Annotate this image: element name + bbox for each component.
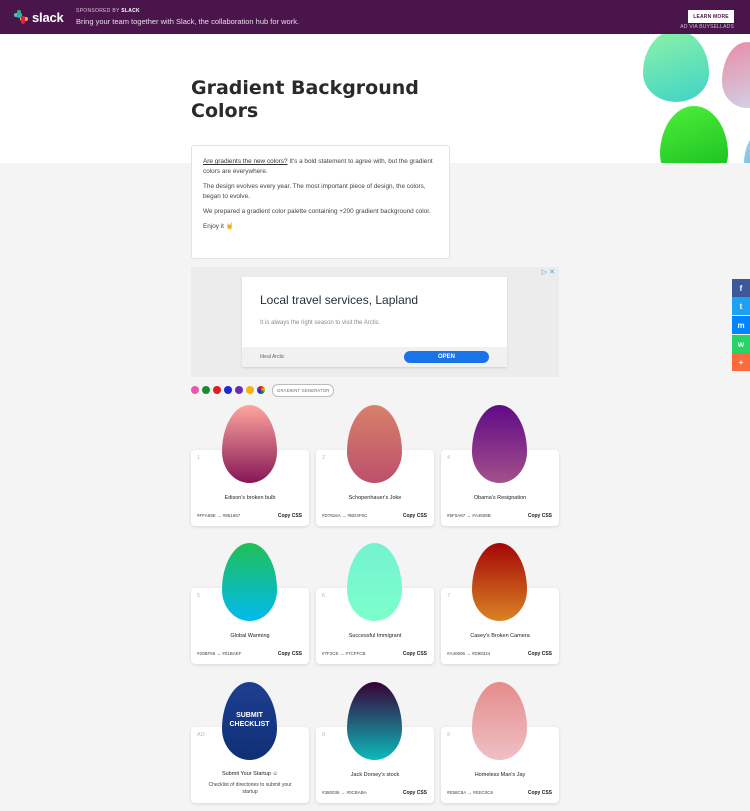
gradient-hex-codes: #E58C8A → #EEC0C6 — [447, 790, 494, 795]
hero: Gradient Background Colors — [0, 34, 750, 163]
copy-css-button[interactable]: Copy CSS — [403, 790, 427, 796]
slack-mark-icon — [14, 10, 28, 24]
page-title: Gradient Background Colors — [191, 77, 419, 122]
intro-paragraph-4: Enjoy it 🤘 — [203, 223, 234, 230]
card-number: 5 — [197, 593, 201, 599]
filter-purple[interactable] — [235, 386, 243, 394]
gradient-egg-preview[interactable] — [222, 543, 277, 621]
facebook-icon[interactable]: f — [732, 279, 750, 297]
copy-css-button[interactable]: Copy CSS — [278, 513, 302, 519]
gradient-egg-preview[interactable] — [347, 405, 402, 483]
color-filter-row: GRADIENT GENERATOR — [191, 383, 335, 397]
gradient-hex-codes: #FFA69E → #861657 — [197, 513, 241, 518]
gradient-name: Schopenhauer's Joke — [348, 495, 402, 501]
messenger-icon[interactable]: m — [732, 316, 750, 334]
copy-css-button[interactable]: Copy CSS — [403, 513, 427, 519]
inline-ad[interactable]: ▷ ✕ Local travel services, Lapland It is… — [191, 267, 559, 377]
decorative-egg — [722, 42, 750, 108]
gradient-hex-codes: #5F0A87 → #A4508B — [447, 513, 491, 518]
gradient-egg-preview[interactable] — [222, 405, 277, 483]
copy-css-button[interactable]: Copy CSS — [528, 790, 552, 796]
ad-via-label[interactable]: AD VIA BUYSELLADS — [680, 24, 734, 30]
copy-css-button[interactable]: Copy CSS — [528, 513, 552, 519]
ad-choices-icon[interactable]: ▷ ✕ — [542, 268, 555, 276]
ad-footer: Ideal Arctic OPEN — [242, 347, 507, 367]
filter-blue[interactable] — [224, 386, 232, 394]
card-number: 7 — [447, 593, 451, 599]
card-number: 4 — [447, 455, 451, 461]
card-number: 6 — [322, 593, 326, 599]
gradient-egg-preview[interactable] — [347, 543, 402, 621]
decorative-egg — [660, 106, 728, 163]
gradient-hex-codes: #7F2CE → #7CFFCB — [322, 651, 366, 656]
card-number: 2 — [322, 455, 326, 461]
slack-wordmark: slack — [32, 9, 64, 25]
gradient-generator-button[interactable]: GRADIENT GENERATOR — [272, 383, 335, 397]
gradient-name: Edison's broken bulb — [224, 495, 276, 501]
slack-logo[interactable]: slack — [14, 8, 66, 26]
gradient-name: Homeless Man's Jay — [474, 772, 526, 778]
gradient-name: Global Warming — [230, 633, 270, 639]
filter-red[interactable] — [213, 386, 221, 394]
card-subtitle: Checklist of directories to submit your … — [208, 782, 292, 795]
ad-card[interactable]: Local travel services, Lapland It is alw… — [242, 277, 507, 367]
card-number: 8 — [322, 732, 326, 738]
filter-green[interactable] — [202, 386, 210, 394]
more-icon[interactable]: + — [732, 353, 750, 371]
gradient-egg-preview[interactable] — [472, 682, 527, 760]
learn-more-button[interactable]: LEARN MORE — [688, 10, 734, 23]
filter-multicolor[interactable] — [257, 386, 265, 394]
filter-yellow[interactable] — [246, 386, 254, 394]
submit-checklist-label[interactable]: SUBMIT CHECKLIST — [222, 711, 277, 729]
gradient-hex-codes: #D7816A → #BD4F6C — [322, 513, 368, 518]
filter-pink[interactable] — [191, 386, 199, 394]
gradient-hex-codes: #A40606 → #D98324 — [447, 651, 491, 656]
intro-link[interactable]: Are gradients the new colors? — [203, 158, 288, 165]
gradient-hex-codes: #380036 → #0CBABA — [322, 790, 367, 795]
card-number: 1 — [197, 455, 201, 461]
ad-advertiser: Ideal Arctic — [260, 354, 285, 360]
intro-paragraph-1: Are gradients the new colors? It's a bol… — [203, 158, 433, 175]
gradient-name: Submit Your Startup ☺ — [221, 771, 279, 777]
intro-paragraph-3: We prepared a gradient color palette con… — [203, 208, 431, 215]
gradient-egg-preview[interactable] — [472, 405, 527, 483]
copy-css-button[interactable]: Copy CSS — [528, 651, 552, 657]
gradient-name: Casey's Broken Camera — [470, 633, 530, 639]
gradient-hex-codes: #20BF55 → #01BAEF — [197, 651, 242, 656]
ad-tagline[interactable]: Bring your team together with Slack, the… — [76, 17, 299, 26]
sponsored-label: SPONSORED BY SLACK — [76, 8, 140, 14]
gradient-name: Jack Dorsey's stock — [350, 772, 400, 778]
intro-card: Are gradients the new colors? It's a bol… — [191, 145, 450, 259]
intro-paragraph-2: The design evolves every year. The most … — [203, 183, 426, 200]
ad-open-button[interactable]: OPEN — [404, 351, 489, 363]
ad-body: It is always the right season to visit t… — [260, 320, 381, 326]
gradient-name: Successful Immigrant — [348, 633, 402, 639]
copy-css-button[interactable]: Copy CSS — [403, 651, 427, 657]
gradient-egg-preview[interactable]: SUBMIT CHECKLIST — [222, 682, 277, 760]
whatsapp-icon[interactable]: w — [732, 335, 750, 353]
gradient-egg-preview[interactable] — [472, 543, 527, 621]
sponsor-ad-bar[interactable]: slack SPONSORED BY SLACK Bring your team… — [0, 0, 750, 34]
ad-headline[interactable]: Local travel services, Lapland — [260, 293, 418, 307]
card-number: AD — [197, 732, 205, 738]
gradient-name: Obama's Resignation — [473, 495, 527, 501]
twitter-icon[interactable]: t — [732, 297, 750, 315]
decorative-egg — [643, 34, 709, 102]
card-number: 9 — [447, 732, 451, 738]
decorative-egg — [744, 134, 750, 163]
gradient-egg-preview[interactable] — [347, 682, 402, 760]
copy-css-button[interactable]: Copy CSS — [278, 651, 302, 657]
